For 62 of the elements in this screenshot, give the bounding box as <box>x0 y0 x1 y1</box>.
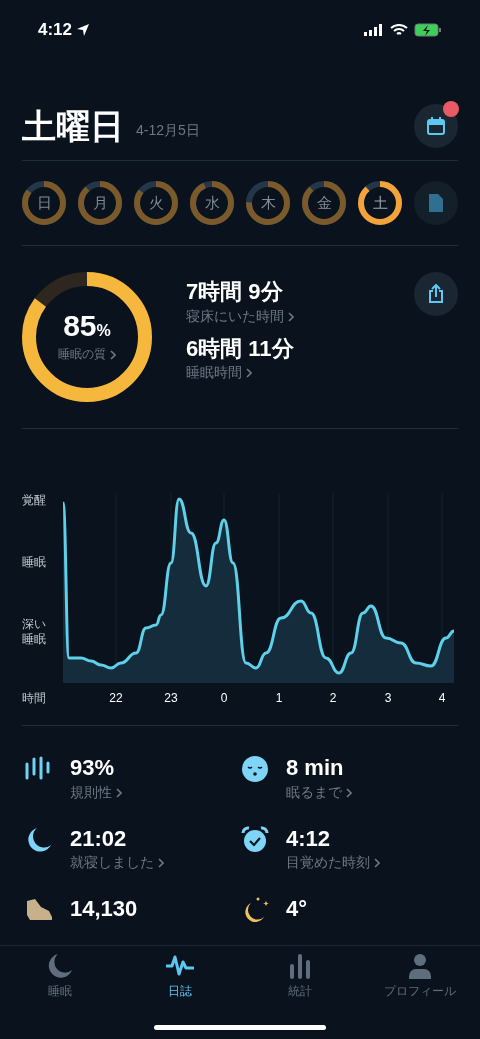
day-ring[interactable]: 月 <box>78 181 122 225</box>
x-axis-label: 0 <box>220 690 228 707</box>
x-axis-label: 4 <box>438 690 446 707</box>
chevron-right-icon <box>158 858 164 869</box>
chevron-right-icon <box>116 787 122 798</box>
report-button[interactable] <box>414 181 458 225</box>
y-axis-label: 覚醒 <box>22 493 46 508</box>
location-arrow-icon <box>76 23 91 37</box>
x-axis-label: 1 <box>275 690 283 707</box>
tab[interactable]: プロフィール <box>360 952 480 1000</box>
day-ring[interactable]: 土 <box>358 181 402 225</box>
signal-icon <box>364 24 384 36</box>
x-axis-label: 3 <box>384 690 392 707</box>
stat-link[interactable]: 規則性 <box>70 781 122 803</box>
stat-value: 4:12 <box>286 824 332 852</box>
day-ring[interactable]: 水 <box>190 181 234 225</box>
document-icon <box>428 193 444 213</box>
quality-link[interactable]: 睡眠の質 <box>58 345 116 363</box>
stat-link[interactable]: 眠るまで <box>286 781 352 803</box>
x-axis-label: 2 <box>329 690 337 707</box>
battery-charging-icon <box>414 23 442 37</box>
chevron-right-icon <box>246 368 252 379</box>
y-axis-label: 睡眠 <box>22 555 46 570</box>
tab[interactable]: 日誌 <box>120 952 240 1000</box>
metric-link[interactable]: 寝床にいた時間 <box>186 305 414 327</box>
alarm-clock-icon <box>240 824 270 855</box>
day-title: 土曜日 <box>22 109 124 143</box>
status-time: 4:12 <box>38 19 73 42</box>
stat-value: 8 min <box>286 754 345 782</box>
x-axis-label: 22 <box>109 690 123 707</box>
y-axis-label: 深い睡眠 <box>22 617 46 647</box>
share-button[interactable] <box>414 272 458 316</box>
stat-value: 4° <box>286 895 308 923</box>
date-range: 4-12月5日 <box>136 121 200 140</box>
moon-icon <box>46 952 74 980</box>
sleepy-face-icon <box>240 754 270 784</box>
person-icon <box>406 952 434 980</box>
stat-link[interactable]: 就寝しました <box>70 852 164 873</box>
wifi-icon <box>390 23 408 37</box>
calendar-icon <box>426 116 446 136</box>
calendar-button[interactable] <box>414 104 458 148</box>
chevron-right-icon <box>374 858 380 869</box>
quality-value: 85% <box>63 311 111 341</box>
tab[interactable]: 睡眠 <box>0 952 120 1000</box>
day-ring[interactable]: 火 <box>134 181 178 225</box>
stat-value: 14,130 <box>70 895 138 923</box>
metric-value: 6時間 11分 <box>186 334 295 362</box>
stat-link[interactable]: 目覚めた時刻 <box>286 852 380 873</box>
metric-link[interactable]: 睡眠時間 <box>186 362 414 383</box>
stat-value: 93% <box>70 754 116 782</box>
tab[interactable]: 統計 <box>240 952 360 1000</box>
chevron-right-icon <box>346 787 352 798</box>
metric-value: 7時間 9分 <box>186 278 284 306</box>
day-ring[interactable]: 日 <box>22 181 66 225</box>
chevron-right-icon <box>110 349 116 360</box>
x-axis-label: 23 <box>164 690 178 707</box>
x-axis-title: 時間 <box>22 690 47 707</box>
day-ring[interactable]: 木 <box>246 181 290 225</box>
chevron-right-icon <box>288 311 294 322</box>
share-icon <box>427 284 445 304</box>
stat-value: 21:02 <box>70 824 128 852</box>
day-ring[interactable]: 金 <box>302 181 346 225</box>
